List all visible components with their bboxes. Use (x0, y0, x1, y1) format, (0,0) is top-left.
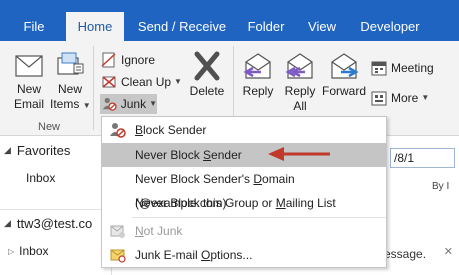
menu-item-label: Junk E-mail Options... (135, 248, 253, 262)
ignore-label: Ignore (121, 53, 156, 67)
menu-item-label: Never Block Sender (135, 148, 242, 162)
group-label-new: New (38, 121, 61, 133)
reply-label: Reply (242, 84, 274, 98)
access-key: N (135, 224, 144, 238)
tab-send-receive[interactable]: Send / Receive (130, 12, 234, 41)
access-key: D (253, 172, 263, 186)
new-email-button[interactable]: New Email (8, 50, 50, 112)
tab-developer[interactable]: Developer (350, 12, 430, 41)
close-icon[interactable]: ✕ (444, 245, 453, 258)
favorites-header[interactable]: ◢ Favorites (4, 143, 70, 158)
access-key: B (135, 123, 144, 137)
delete-button[interactable]: Delete (186, 50, 228, 99)
menu-item-never-block-domain[interactable]: Never Block Sender's Domain (@example.co… (102, 167, 386, 210)
collapse-icon[interactable]: ◢ (4, 145, 11, 156)
new-items-icon (57, 52, 84, 75)
more-respond-button[interactable]: More ▼ (370, 88, 429, 108)
junk-button[interactable]: Junk ▼ (100, 94, 157, 114)
not-junk-icon (110, 225, 125, 238)
account-inbox-label: Inbox (19, 244, 49, 258)
account-header[interactable]: ◢ ttw3@test.co (4, 216, 92, 231)
reply-all-label-1: Reply (284, 84, 316, 98)
forward-button[interactable]: Forward (320, 50, 368, 99)
menu-item-never-block-sender[interactable]: Never Block Sender (102, 143, 386, 167)
delete-icon (194, 51, 220, 81)
new-items-button[interactable]: New Items ▼ (50, 50, 91, 113)
menu-item-label: Never Block this Group or Mailing List (135, 196, 336, 210)
delete-label: Delete (189, 84, 225, 98)
menu-separator (132, 217, 386, 218)
favorites-inbox[interactable]: Inbox (26, 171, 55, 185)
block-sender-icon (110, 123, 126, 138)
chevron-down-icon: ▼ (174, 77, 182, 86)
clean-up-label: Clean Up (121, 75, 172, 89)
menu-item-block-sender[interactable]: Block Sender (102, 118, 386, 142)
collapse-icon[interactable]: ◢ (4, 218, 11, 229)
annotation-arrow-icon (268, 147, 330, 161)
access-key: M (275, 196, 286, 210)
chevron-down-icon: ▼ (82, 101, 91, 110)
reply-all-icon (285, 53, 313, 79)
date-field[interactable]: /8/1 (390, 148, 455, 168)
new-items-label-2: Items (50, 97, 80, 111)
clean-up-icon (102, 76, 116, 88)
tab-folder[interactable]: Folder (236, 12, 296, 41)
tab-file[interactable]: File (14, 12, 54, 41)
menu-item-label: Block Sender (135, 123, 207, 137)
access-key: O (201, 248, 211, 262)
new-email-label-1: New (16, 82, 41, 96)
more-label: More (391, 91, 419, 105)
ignore-icon (101, 52, 116, 68)
account-inbox[interactable]: ▷ Inbox (8, 244, 49, 258)
tab-home[interactable]: Home (66, 12, 124, 41)
meeting-label: Meeting (391, 61, 434, 75)
new-items-label-1: New (57, 82, 82, 96)
reply-icon (243, 53, 271, 79)
more-icon (371, 91, 387, 106)
chevron-down-icon: ▼ (421, 93, 430, 102)
favorites-label: Favorites (16, 143, 71, 158)
expand-icon[interactable]: ▷ (8, 247, 14, 256)
menu-item-label: Not Junk (135, 224, 183, 238)
junk-options-icon (110, 249, 126, 263)
forward-icon (331, 53, 359, 79)
new-items-label-2-wrap: Items ▼ (50, 97, 91, 113)
clean-up-button[interactable]: Clean Up ▼ (100, 72, 182, 92)
menu-item-junk-email-options[interactable]: Junk E-mail Options... (102, 243, 386, 267)
junk-label: Junk (120, 97, 147, 111)
tab-view[interactable]: View (298, 12, 346, 41)
forward-label: Forward (321, 84, 366, 98)
folder-pane: ◢ Favorites Inbox ◢ ttw3@test.co ▷ Inbox (0, 137, 112, 275)
reply-all-label-2: All (293, 99, 307, 113)
ignore-button[interactable]: Ignore (100, 50, 155, 70)
account-label: ttw3@test.co (16, 216, 93, 231)
junk-icon (102, 97, 117, 111)
new-email-icon (15, 55, 43, 77)
reply-all-button[interactable]: Reply All (280, 50, 320, 114)
ribbon-tab-bar: File Home Send / Receive Folder View Dev… (0, 0, 459, 41)
divider (0, 209, 111, 210)
junk-dropdown-menu: Block Sender Never Block Sender Never Bl… (101, 116, 387, 268)
group-divider (93, 46, 94, 130)
meeting-button[interactable]: Meeting (370, 58, 434, 78)
overflow-indicator (439, 12, 459, 41)
menu-item-never-block-group[interactable]: Never Block this Group or Mailing List (102, 191, 386, 215)
by-fragment: By I (432, 181, 450, 192)
meeting-icon (371, 61, 387, 76)
chevron-down-icon: ▼ (149, 99, 157, 108)
menu-item-not-junk[interactable]: Not Junk (102, 219, 386, 243)
reply-button[interactable]: Reply (238, 50, 278, 99)
new-email-label-2: Email (13, 97, 44, 111)
access-key: S (203, 148, 212, 162)
